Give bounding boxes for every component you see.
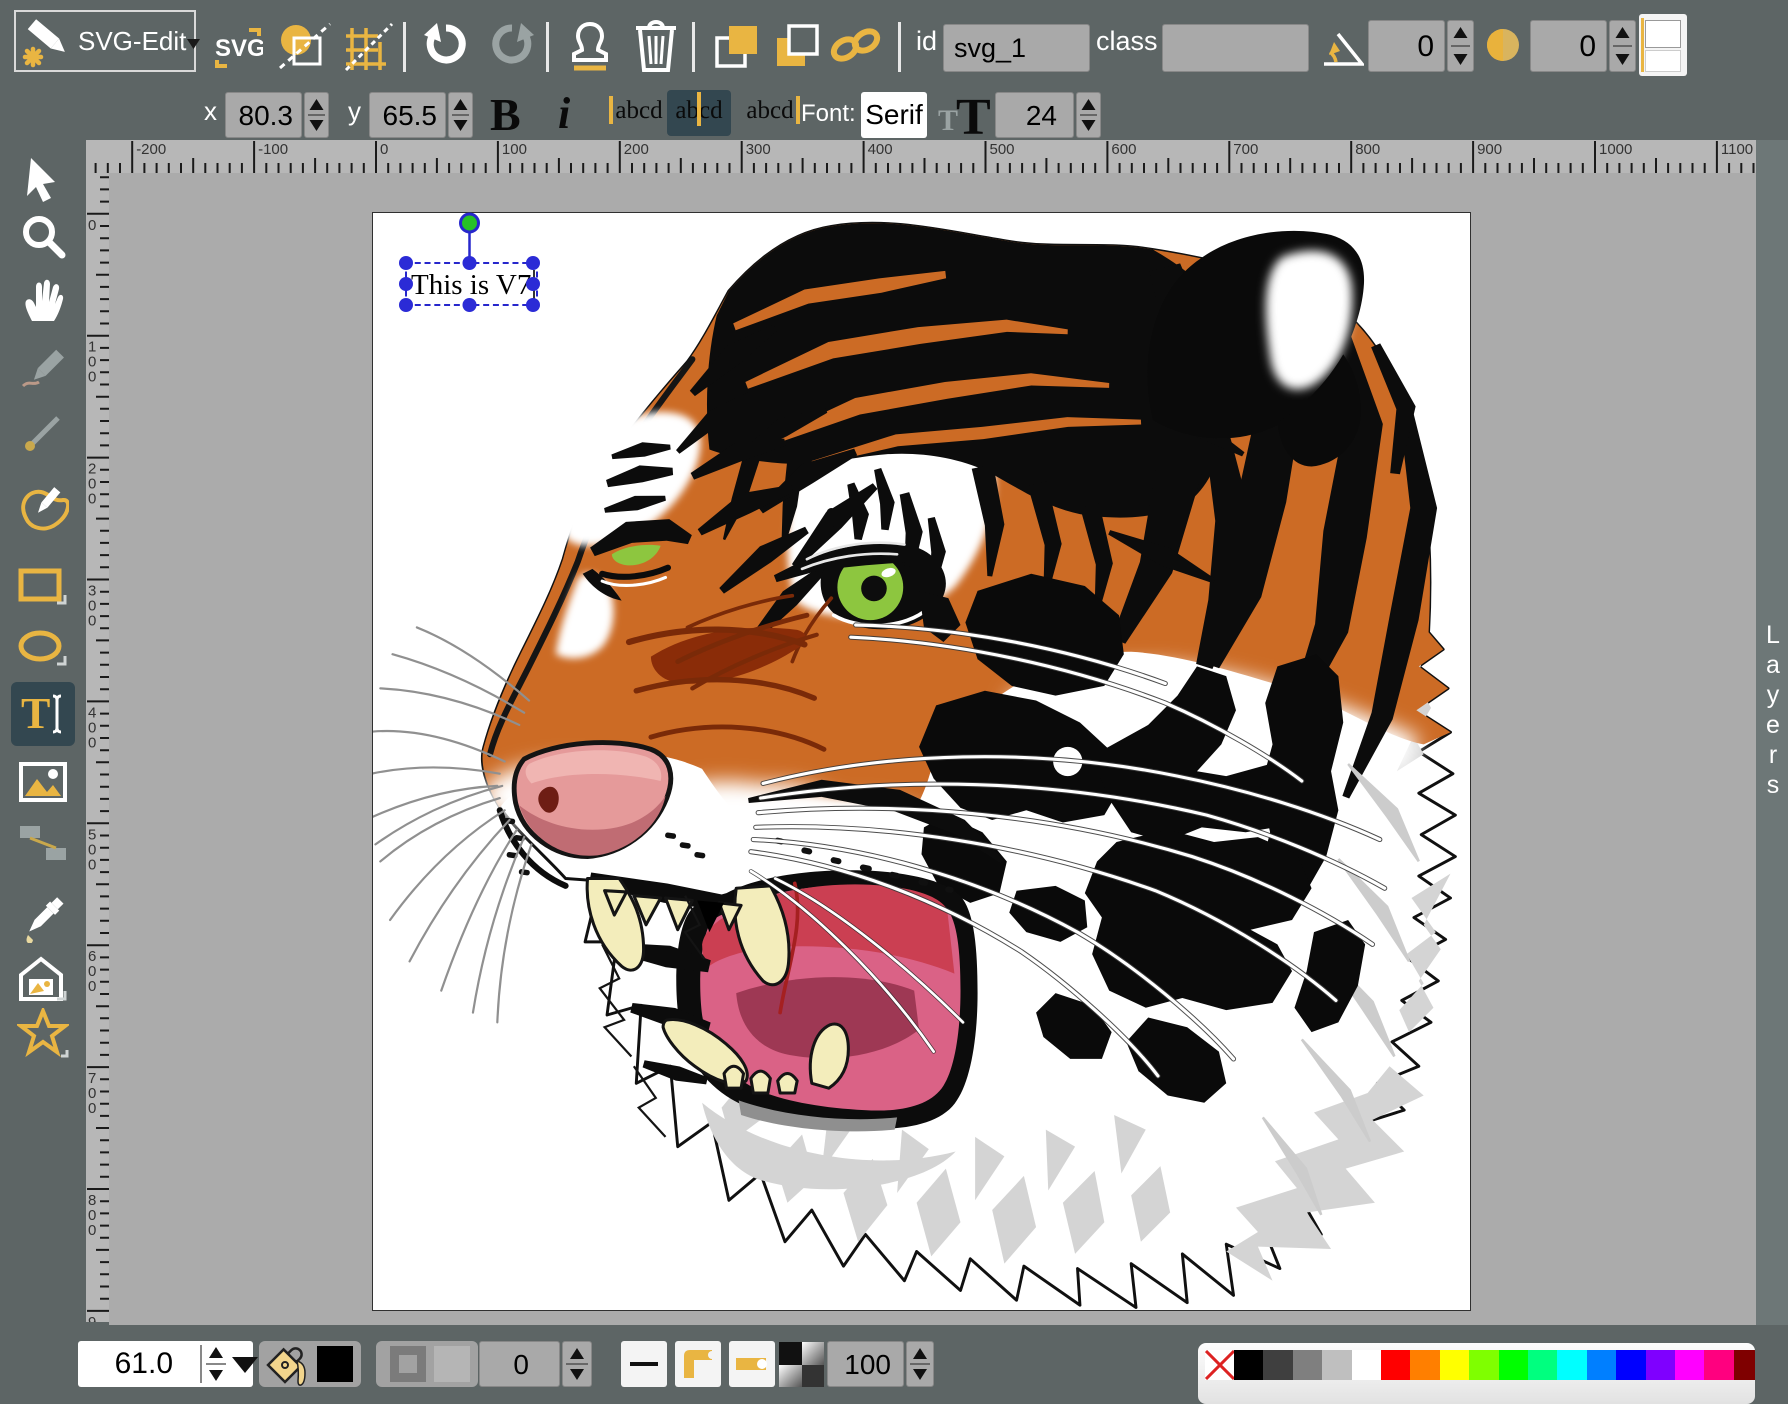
svg-text:0: 0 (380, 141, 388, 158)
svg-text:700: 700 (1233, 141, 1258, 158)
svg-text:0: 0 (88, 369, 96, 386)
svg-text:600: 600 (1111, 141, 1136, 158)
svg-text:-200: -200 (136, 141, 166, 158)
svg-text:900: 900 (1477, 141, 1502, 158)
svg-text:300: 300 (746, 141, 771, 158)
svg-text:0: 0 (88, 613, 96, 630)
svg-text:400: 400 (868, 141, 893, 158)
svg-text:0: 0 (88, 217, 96, 234)
svg-text:9: 9 (88, 1314, 96, 1322)
svg-text:-100: -100 (258, 141, 288, 158)
svg-text:0: 0 (88, 978, 96, 995)
svg-text:0: 0 (88, 1222, 96, 1239)
svg-text:1100: 1100 (1721, 141, 1753, 158)
svg-text:800: 800 (1355, 141, 1380, 158)
svg-text:0: 0 (88, 734, 96, 751)
svg-text:0: 0 (88, 856, 96, 873)
svg-text:100: 100 (502, 141, 527, 158)
svg-text:500: 500 (990, 141, 1015, 158)
svg-text:200: 200 (624, 141, 649, 158)
svg-text:1000: 1000 (1599, 141, 1632, 158)
svg-text:0: 0 (88, 491, 96, 508)
svg-text:0: 0 (88, 1100, 96, 1117)
svg-text:SVG: SVG (215, 35, 263, 62)
svg-text:T: T (21, 689, 50, 738)
